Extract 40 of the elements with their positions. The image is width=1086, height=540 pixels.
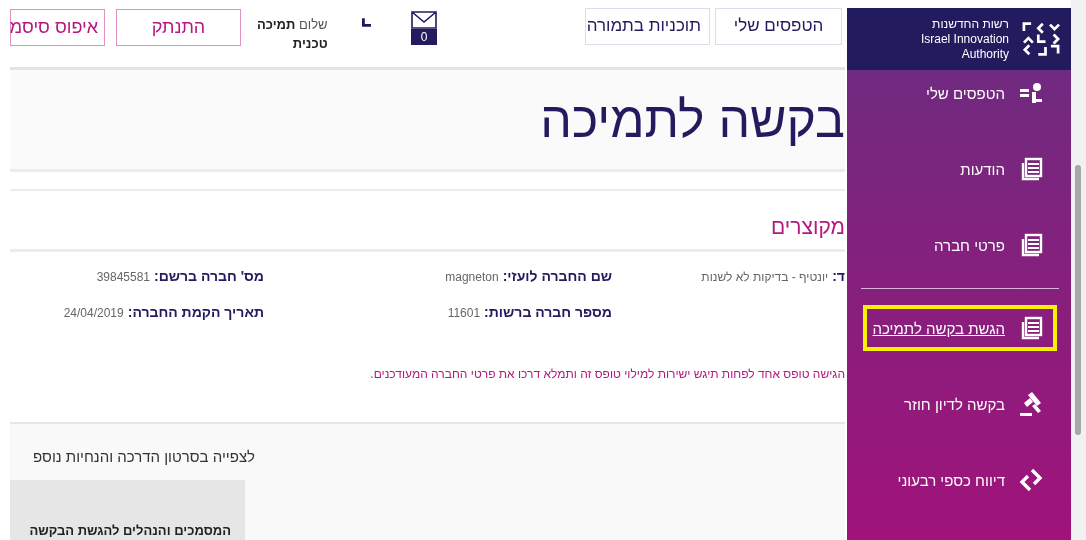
field-label: תאריך הקמת החברה: [127,304,264,320]
help-text: לצפייה בסרטון הדרכה והנחיות נוספ [33,448,255,465]
field-label: שם החברה לועזי: [502,268,612,284]
scrollbar-thumb[interactable] [1075,165,1081,435]
logo-text: Israel Innovation [920,31,1009,47]
messages-button[interactable]: 0 [411,10,437,45]
page-title: בקשה לתמיכה [540,90,845,149]
envelope-icon [411,10,437,29]
document-icon [1019,316,1043,340]
document-icon [1019,157,1043,181]
sidebar-item[interactable]: הטפסים שלי [863,70,1057,116]
field-value: יונטיף - בדיקות לא לשנות [701,270,829,284]
field-value: 39845581 [96,270,150,284]
greeting-text: שלום תמיכה טכנית [256,15,328,53]
section-title: מקוצרים [10,191,845,252]
sidebar-item[interactable]: בקשה לדיון חוזר [863,381,1057,427]
field-value: 24/04/2019 [63,306,124,320]
logo-icon [1021,21,1061,57]
sidebar-item[interactable]: הגשת בקשה לתמיכה [863,305,1057,351]
field-label: מספר חברה ברשות: [484,304,612,320]
field-value: magneton [445,270,499,284]
gavel-icon [1019,392,1043,416]
field-label: מס' חברה ברשם: [154,268,264,284]
corner-icon [361,18,371,27]
field-value: 11601 [447,306,481,320]
account-button[interactable]: איפוס סיסמ [10,8,105,46]
documents-box[interactable]: המסמכים והנהלים להגשת הבקשה [10,480,245,540]
logo-text: Authority [960,46,1009,62]
documents-title: המסמכים והנהלים להגשת הבקשה [29,523,231,538]
sidebar-item[interactable]: פרטי חברה [863,222,1057,268]
document-icon [1019,233,1043,257]
nav-button[interactable]: תוכניות בתמורה [585,7,710,45]
nav-button[interactable]: הטפסים שלי [715,7,842,45]
field-label: ד: [832,268,845,284]
sidebar-item[interactable]: דיווח כספי רבעוני [863,457,1057,503]
logo-text: רשות החדשנות [931,16,1009,32]
account-button[interactable]: התנתק [116,8,241,46]
person-list-icon [1019,82,1043,104]
diamond-arrows-icon [1019,468,1043,492]
sidebar-item[interactable]: הודעות [863,146,1057,192]
